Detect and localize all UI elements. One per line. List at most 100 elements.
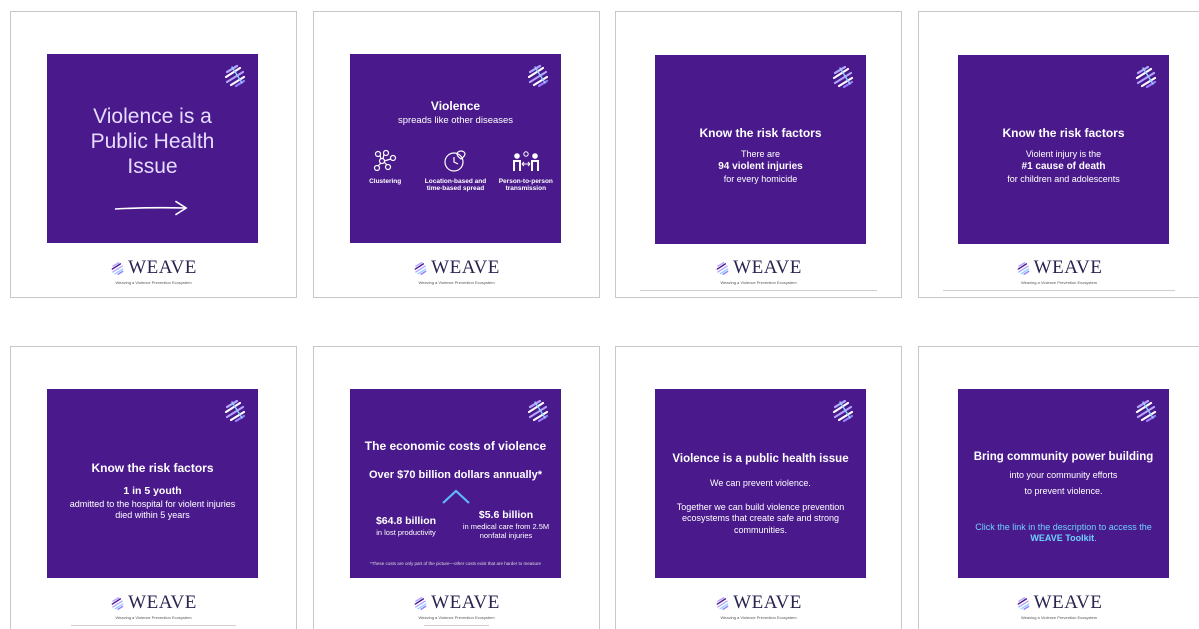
weave-swirl-logo-icon: [716, 596, 729, 610]
weave-swirl-logo-icon: [832, 65, 854, 89]
weave-brand: WEAVE: [413, 592, 500, 614]
slide-7: Violence is a public health issue We can…: [655, 389, 866, 578]
brand-tagline: Weaving a Violence Prevention Ecosystem: [115, 614, 192, 620]
right-value: $5.6 billion: [478, 509, 534, 521]
brand-tagline: Weaving a Violence Prevention Ecosystem: [720, 614, 797, 620]
slide-line-3: died within 5 years: [115, 510, 190, 520]
brand-tagline: Weaving a Violence Prevention Ecosystem: [1020, 614, 1098, 620]
card-footer: WEAVE Weaving a Violence Prevention Ecos…: [314, 257, 599, 285]
slide-footnote: *These costs are only part of the pictur…: [369, 561, 542, 566]
weave-swirl-logo-icon: [1135, 399, 1157, 423]
weave-swirl-logo-icon: [1017, 596, 1030, 610]
slide-line-1: Violent injury is the: [1025, 149, 1102, 159]
weave-swirl-logo-icon: [527, 64, 549, 88]
slide-line-2: Together we can build violence preventio…: [676, 502, 845, 535]
card-footer: WEAVE Weaving a Violence Prevention Ecos…: [919, 257, 1199, 291]
brand-tagline: Weaving a Violence Prevention Ecosystem: [418, 614, 495, 620]
slide-6: The economic costs of violence Over $70 …: [350, 389, 561, 578]
card-footer: WEAVE Weaving a Violence Prevention Ecos…: [919, 592, 1199, 620]
slide-line-2: to prevent violence.: [1024, 486, 1103, 496]
slide-card-3[interactable]: Know the risk factors There are 94 viole…: [615, 11, 902, 298]
weave-brand: WEAVE: [1016, 257, 1103, 279]
left-value: $64.8 billion: [375, 515, 437, 527]
slide-card-7[interactable]: Violence is a public health issue We can…: [615, 346, 902, 629]
slide-line-1: There are: [740, 149, 781, 159]
slide-title: The economic costs of violence: [364, 439, 547, 453]
right-label: in medical care from 2.5M nonfatal injur…: [462, 522, 550, 540]
right-stat: $5.6 billion in medical care from 2.5M n…: [458, 509, 554, 540]
brand-name: WEAVE: [128, 592, 197, 613]
card-footer: WEAVE Weaving a Violence Prevention Ecos…: [616, 592, 901, 620]
slide-card-8[interactable]: Bring community power building into your…: [918, 346, 1199, 629]
slide-title: Violence is a public health issue: [672, 453, 849, 465]
brand-name: WEAVE: [733, 257, 802, 278]
slide-card-5[interactable]: Know the risk factors 1 in 5 youth admit…: [10, 346, 297, 629]
icon-row: Clustering Location-based and time-based…: [350, 149, 561, 193]
brand-name: WEAVE: [1033, 257, 1103, 278]
footnote-lines: [640, 289, 877, 291]
slide-line-2: #1 cause of death: [1021, 161, 1106, 172]
slide-line-3: for children and adolescents: [1007, 174, 1120, 184]
weave-swirl-logo-icon: [832, 399, 854, 423]
link-text: Click the link in the description to acc…: [975, 522, 1152, 532]
weave-swirl-logo-icon: [414, 261, 427, 275]
weave-swirl-logo-icon: [414, 596, 427, 610]
item-clustering: Clustering: [353, 149, 417, 193]
weave-swirl-logo-icon: [527, 399, 549, 423]
brand-tagline: Weaving a Violence Prevention Ecosystem: [115, 279, 192, 285]
slide-1: Violence is a Public Health Issue: [47, 54, 258, 243]
slide-title: Know the risk factors: [91, 461, 214, 475]
slide-title: Violence is a Public Health Issue: [90, 105, 215, 179]
weave-swirl-logo-icon: [224, 399, 246, 423]
weave-swirl-logo-icon: [1135, 65, 1157, 89]
slide-subtitle: spreads like other diseases: [397, 115, 514, 126]
brand-name: WEAVE: [128, 257, 197, 278]
item-person: Person-to-person transmission: [494, 149, 558, 193]
weave-swirl-logo-icon: [111, 261, 124, 275]
brand-name: WEAVE: [431, 257, 500, 278]
toolkit-link[interactable]: Click the link in the description to acc…: [974, 522, 1153, 545]
slide-line-3: for every homicide: [723, 174, 798, 184]
link-end: .: [1094, 533, 1097, 544]
slide-2: Violence spreads like other diseases Clu…: [350, 54, 561, 243]
brand-name: WEAVE: [733, 592, 802, 613]
weave-swirl-logo-icon: [1017, 261, 1030, 275]
footnote-lines: [71, 624, 236, 626]
location-clock-icon: [444, 150, 467, 172]
slide-4: Know the risk factors Violent injury is …: [958, 55, 1169, 244]
brand-tagline: Weaving a Violence Prevention Ecosystem: [1020, 279, 1098, 285]
right-arrow-icon: [114, 200, 188, 216]
weave-brand: WEAVE: [1016, 592, 1103, 614]
left-label: in lost productivity: [376, 528, 436, 537]
slide-card-1[interactable]: Violence is a Public Health Issue WEAVE …: [10, 11, 297, 298]
card-footer: WEAVE Weaving a Violence Prevention Ecos…: [11, 592, 296, 626]
person-to-person-icon: [512, 151, 539, 171]
weave-brand: WEAVE: [110, 257, 197, 279]
weave-brand: WEAVE: [413, 257, 500, 279]
slide-line-2: 94 violent injuries: [718, 161, 803, 172]
brand-name: WEAVE: [431, 592, 500, 613]
item-label: Clustering: [369, 178, 402, 185]
weave-brand: WEAVE: [715, 257, 802, 279]
slide-card-2[interactable]: Violence spreads like other diseases Clu…: [313, 11, 600, 298]
card-footer: WEAVE Weaving a Violence Prevention Ecos…: [616, 257, 901, 291]
slide-headline: Over $70 billion dollars annually*: [368, 469, 542, 481]
card-footer: WEAVE Weaving a Violence Prevention Ecos…: [314, 592, 599, 626]
weave-swirl-logo-icon: [716, 261, 729, 275]
weave-brand: WEAVE: [110, 592, 197, 614]
footnote-lines: [943, 289, 1175, 291]
slide-card-4[interactable]: Know the risk factors Violent injury is …: [918, 11, 1199, 298]
footnote-lines: [424, 624, 489, 626]
weave-swirl-logo-icon: [224, 64, 246, 88]
slide-5: Know the risk factors 1 in 5 youth admit…: [47, 389, 258, 578]
card-footer: WEAVE Weaving a Violence Prevention Ecos…: [11, 257, 296, 285]
slide-line-1: We can prevent violence.: [710, 478, 811, 488]
weave-brand: WEAVE: [715, 592, 802, 614]
item-label: Location-based and time-based spread: [424, 178, 487, 193]
cluster-network-icon: [374, 149, 397, 172]
slide-card-6[interactable]: The economic costs of violence Over $70 …: [313, 346, 600, 629]
slide-8: Bring community power building into your…: [958, 389, 1169, 578]
slide-title: Know the risk factors: [1002, 126, 1125, 140]
slide-title: Bring community power building: [973, 451, 1154, 463]
chevron-up-icon: [442, 489, 470, 504]
